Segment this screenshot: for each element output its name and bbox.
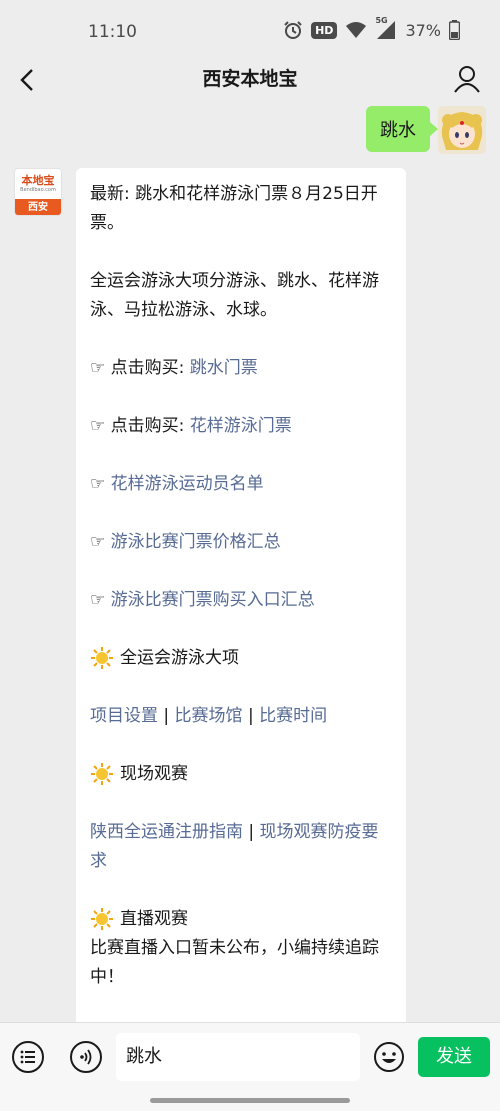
- events-setup-link[interactable]: 项目设置: [90, 706, 158, 726]
- battery-icon: [449, 20, 460, 40]
- bot-reply-bubble: 最新: 跳水和花样游泳门票８月25日开票。 全运会游泳大项分游泳、跳水、花样游泳…: [76, 168, 406, 1028]
- menu-button[interactable]: [12, 1041, 44, 1073]
- ticket-entrances-link[interactable]: 游泳比赛门票购买入口汇总: [111, 590, 315, 610]
- section-onsite-title: 现场观赛: [90, 760, 392, 789]
- reply-events: 全运会游泳大项分游泳、跳水、花样游泳、马拉松游泳、水球。: [90, 271, 379, 320]
- link-separator: |: [158, 706, 175, 726]
- athletes-list-link[interactable]: 花样游泳运动员名单: [111, 474, 264, 494]
- link-separator: |: [242, 706, 260, 726]
- pointing-hand-icon: ☞: [90, 532, 111, 552]
- prices-line: ☞ 游泳比赛门票价格汇总: [90, 528, 392, 557]
- user-message-text: 跳水: [380, 120, 416, 141]
- voice-icon: [80, 1049, 92, 1065]
- user-message-bubble[interactable]: 跳水: [366, 106, 438, 152]
- sun-icon: [91, 908, 113, 930]
- status-icons: HD 5G 37%: [283, 16, 460, 40]
- section-live-title: 直播观赛: [90, 905, 392, 934]
- status-bar: 11:10 HD 5G 37%: [0, 0, 500, 62]
- entrances-line: ☞ 游泳比赛门票购买入口汇总: [90, 586, 392, 615]
- section-swimming-links: 项目设置 | 比赛场馆 | 比赛时间: [90, 702, 392, 731]
- registration-guide-link[interactable]: 陕西全运通注册指南: [90, 822, 243, 842]
- nav-bar: 西安本地宝: [0, 62, 500, 108]
- bot-avatar[interactable]: 本地宝 Bendibao.com 西安: [14, 168, 62, 216]
- clock: 11:10: [88, 22, 137, 42]
- buy-diving-line: ☞ 点击购买: 跳水门票: [90, 354, 392, 383]
- reply-intro: 最新: 跳水和花样游泳门票８月25日开票。: [90, 184, 378, 233]
- bot-city-label: 西安: [15, 199, 61, 215]
- pointing-hand-icon: ☞: [90, 474, 111, 494]
- venues-link[interactable]: 比赛场馆: [175, 706, 243, 726]
- buy-synchro-prefix: ☞ 点击购买:: [90, 416, 190, 436]
- emoji-icon[interactable]: [373, 1041, 405, 1073]
- ticket-prices-link[interactable]: 游泳比赛门票价格汇总: [111, 532, 281, 552]
- schedule-link[interactable]: 比赛时间: [259, 706, 327, 726]
- battery-percent: 37%: [405, 20, 441, 40]
- voice-button[interactable]: [70, 1041, 102, 1073]
- send-button[interactable]: 发送: [418, 1037, 490, 1077]
- buy-diving-prefix: ☞ 点击购买:: [90, 358, 190, 378]
- hd-badge: HD: [311, 21, 338, 39]
- home-indicator[interactable]: [150, 1098, 350, 1103]
- sun-icon: [91, 647, 113, 669]
- cell-signal-icon: 5G: [375, 16, 397, 40]
- buy-synchro-line: ☞ 点击购买: 花样游泳门票: [90, 412, 392, 441]
- synchro-ticket-link[interactable]: 花样游泳门票: [190, 416, 292, 436]
- link-separator: |: [243, 822, 260, 842]
- bot-logo-subtext: Bendibao.com: [20, 187, 56, 193]
- section-swimming-title-text: 全运会游泳大项: [120, 648, 239, 668]
- section-onsite-title-text: 现场观赛: [120, 764, 188, 784]
- anime-avatar-image: [438, 106, 486, 154]
- message-input[interactable]: 跳水: [116, 1033, 360, 1081]
- section-live-text: 比赛直播入口暂未公布，小编持续追踪中！: [90, 938, 379, 987]
- section-live-title-text: 直播观赛: [120, 909, 188, 929]
- section-onsite-links: 陕西全运通注册指南 | 现场观赛防疫要求: [90, 818, 392, 876]
- user-avatar[interactable]: [438, 106, 486, 154]
- menu-list-icon: [20, 1050, 35, 1064]
- athletes-line: ☞ 花样游泳运动员名单: [90, 470, 392, 499]
- sun-icon: [91, 763, 113, 785]
- profile-icon[interactable]: [452, 64, 482, 94]
- bot-logo: 本地宝 Bendibao.com: [15, 169, 61, 199]
- bot-logo-text: 本地宝: [21, 174, 55, 187]
- diving-ticket-link[interactable]: 跳水门票: [190, 358, 258, 378]
- pointing-hand-icon: ☞: [90, 590, 111, 610]
- section-swimming-title: 全运会游泳大项: [90, 644, 392, 673]
- alarm-icon: [284, 21, 302, 39]
- wifi-icon: [346, 22, 367, 38]
- chat-title: 西安本地宝: [202, 68, 298, 90]
